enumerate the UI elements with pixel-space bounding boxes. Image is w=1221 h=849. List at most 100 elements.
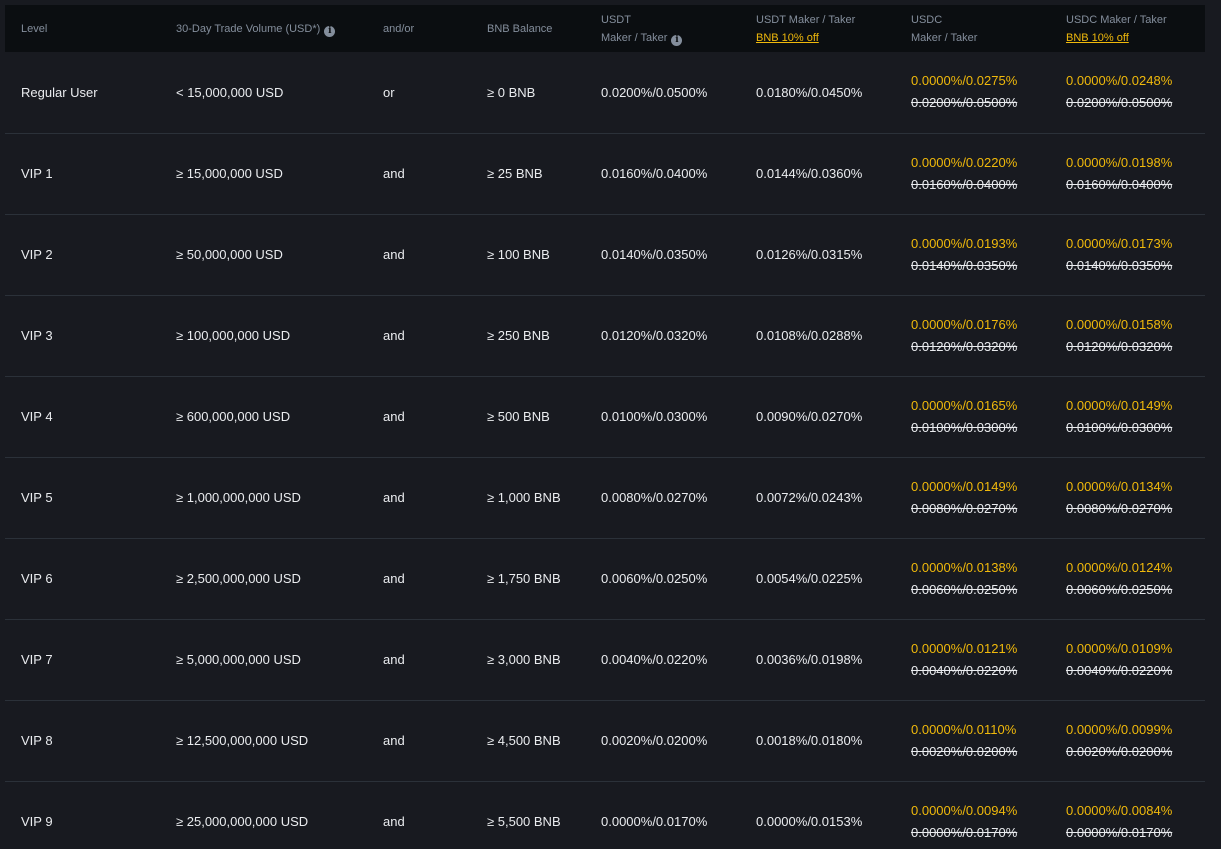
cell-volume: ≥ 2,500,000,000 USD — [176, 571, 301, 586]
usdc-bnb-original-fee: 0.0020%/0.0200% — [1066, 743, 1173, 759]
cell-volume: ≥ 5,000,000,000 USD — [176, 652, 301, 667]
cell-volume: ≥ 12,500,000,000 USD — [176, 733, 309, 748]
usdc-bnb-discounted-fee: 0.0000%/0.0173% — [1066, 235, 1173, 251]
cell-bnb-balance: ≥ 5,500 BNB — [487, 814, 561, 830]
cell-bnb-balance: ≥ 100 BNB — [487, 247, 550, 262]
usdc-discounted-fee: 0.0000%/0.0220% — [911, 154, 1018, 170]
cell-usdt-bnb-fee: 0.0144%/0.0360% — [756, 166, 863, 181]
usdc-bnb-original-fee: 0.0080%/0.0270% — [1066, 500, 1173, 516]
usdc-discounted-fee: 0.0000%/0.0094% — [911, 802, 1018, 818]
usdc-bnb-discounted-fee: 0.0000%/0.0149% — [1066, 397, 1173, 413]
table-row: VIP 1 ≥ 15,000,000 USD and ≥ 25 BNB 0.0160%/… — [5, 133, 1205, 214]
cell-usdc-fee: 0.0000%/0.0193% 0.0140%/0.0350% — [895, 214, 1050, 295]
usdc-discounted-fee: 0.0000%/0.0110% — [911, 721, 1017, 737]
table-row: Regular User < 15,000,000 USD or ≥ 0 BNB 0.0… — [5, 52, 1205, 133]
usdc-bnb-discounted-fee: 0.0000%/0.0099% — [1066, 721, 1173, 737]
header-row: Level 30-Day Trade Volume (USD*) i and/or… — [5, 5, 1205, 52]
info-icon[interactable]: i — [324, 25, 336, 37]
usdc-original-fee: 0.0000%/0.0170% — [911, 824, 1018, 840]
cell-usdc-fee: 0.0000%/0.0176% 0.0120%/0.0320% — [895, 295, 1050, 376]
cell-usdc-bnb-fee: 0.0000%/0.0084% 0.0000%/0.0170% — [1050, 781, 1205, 849]
cell-level: VIP 4 — [21, 409, 53, 424]
cell-level: VIP 7 — [21, 652, 53, 667]
cell-usdc-fee: 0.0000%/0.0110% 0.0020%/0.0200% — [895, 700, 1050, 781]
cell-andor: and — [383, 652, 405, 667]
usdc-original-fee: 0.0060%/0.0250% — [911, 581, 1018, 597]
usdc-discounted-fee: 0.0000%/0.0165% — [911, 397, 1018, 413]
usdc-original-fee: 0.0020%/0.0200% — [911, 743, 1018, 759]
cell-andor: and — [383, 733, 405, 748]
cell-usdc-bnb-fee: 0.0000%/0.0248% 0.0200%/0.0500% — [1050, 52, 1205, 133]
cell-usdc-bnb-fee: 0.0000%/0.0158% 0.0120%/0.0320% — [1050, 295, 1205, 376]
usdc-original-fee: 0.0080%/0.0270% — [911, 500, 1018, 516]
cell-volume: ≥ 15,000,000 USD — [176, 166, 283, 181]
cell-level: VIP 8 — [21, 733, 53, 748]
header-usdt-sublabel: Maker / Taker — [601, 31, 668, 44]
vip-fee-table: Level 30-Day Trade Volume (USD*) i and/or… — [5, 5, 1205, 849]
table-row: VIP 3 ≥ 100,000,000 USD and ≥ 250 BNB 0.0120… — [5, 295, 1205, 376]
header-level: Level — [5, 5, 160, 52]
usdc-bnb-discounted-fee: 0.0000%/0.0198% — [1066, 154, 1173, 170]
header-usdt: USDT Maker / Taker i — [585, 5, 740, 52]
cell-usdt-bnb-fee: 0.0108%/0.0288% — [756, 328, 863, 343]
bnb-discount-link[interactable]: BNB 10% off — [756, 29, 895, 47]
usdc-bnb-original-fee: 0.0060%/0.0250% — [1066, 581, 1173, 597]
bnb-discount-link[interactable]: BNB 10% off — [1066, 29, 1205, 47]
header-usdt-bnb-label: USDT Maker / Taker — [756, 13, 856, 26]
info-icon[interactable]: i — [671, 34, 683, 46]
header-volume: 30-Day Trade Volume (USD*) i — [160, 5, 367, 52]
cell-bnb-balance: ≥ 250 BNB — [487, 328, 550, 343]
cell-bnb-balance: ≥ 1,000 BNB — [487, 490, 561, 505]
cell-andor: and — [383, 490, 405, 505]
usdc-bnb-discounted-fee: 0.0000%/0.0109% — [1066, 640, 1173, 656]
cell-usdt-fee: 0.0200%/0.0500% — [601, 84, 708, 100]
header-usdt-label: USDT — [601, 13, 631, 26]
usdc-discounted-fee: 0.0000%/0.0275% — [911, 73, 1018, 89]
cell-usdc-bnb-fee: 0.0000%/0.0173% 0.0140%/0.0350% — [1050, 214, 1205, 295]
cell-level: VIP 1 — [21, 166, 53, 181]
usdc-discounted-fee: 0.0000%/0.0138% — [911, 559, 1018, 575]
cell-usdt-fee: 0.0080%/0.0270% — [601, 490, 708, 505]
cell-usdc-fee: 0.0000%/0.0275% 0.0200%/0.0500% — [895, 52, 1050, 133]
cell-usdc-bnb-fee: 0.0000%/0.0198% 0.0160%/0.0400% — [1050, 133, 1205, 214]
usdc-bnb-original-fee: 0.0000%/0.0170% — [1066, 824, 1173, 840]
cell-volume: < 15,000,000 USD — [176, 84, 284, 100]
cell-usdc-bnb-fee: 0.0000%/0.0124% 0.0060%/0.0250% — [1050, 538, 1205, 619]
cell-usdt-bnb-fee: 0.0054%/0.0225% — [756, 571, 863, 586]
cell-usdt-bnb-fee: 0.0000%/0.0153% — [756, 814, 863, 830]
header-level-label: Level — [21, 22, 48, 35]
header-usdt-sub: Maker / Taker i — [601, 29, 740, 47]
cell-volume: ≥ 600,000,000 USD — [176, 409, 291, 424]
usdc-bnb-discounted-fee: 0.0000%/0.0248% — [1066, 73, 1173, 89]
usdc-original-fee: 0.0040%/0.0220% — [911, 662, 1018, 678]
header-usdc-sublabel: Maker / Taker — [911, 31, 978, 44]
cell-bnb-balance: ≥ 1,750 BNB — [487, 571, 561, 586]
cell-usdc-fee: 0.0000%/0.0121% 0.0040%/0.0220% — [895, 619, 1050, 700]
usdc-bnb-discounted-fee: 0.0000%/0.0158% — [1066, 316, 1173, 332]
header-bnb-balance: BNB Balance — [471, 5, 585, 52]
cell-level: Regular User — [21, 84, 98, 100]
cell-level: VIP 2 — [21, 247, 53, 262]
cell-andor: and — [383, 247, 405, 262]
table-row: VIP 2 ≥ 50,000,000 USD and ≥ 100 BNB 0.0140%… — [5, 214, 1205, 295]
usdc-discounted-fee: 0.0000%/0.0176% — [911, 316, 1018, 332]
usdc-discounted-fee: 0.0000%/0.0149% — [911, 478, 1018, 494]
cell-bnb-balance: ≥ 25 BNB — [487, 166, 543, 181]
cell-usdt-fee: 0.0100%/0.0300% — [601, 409, 708, 424]
cell-level: VIP 6 — [21, 571, 53, 586]
table-body: Regular User < 15,000,000 USD or ≥ 0 BNB 0.0… — [5, 52, 1205, 849]
cell-level: VIP 3 — [21, 328, 53, 343]
cell-usdt-bnb-fee: 0.0180%/0.0450% — [756, 84, 863, 100]
cell-usdc-fee: 0.0000%/0.0165% 0.0100%/0.0300% — [895, 376, 1050, 457]
cell-usdt-fee: 0.0000%/0.0170% — [601, 814, 708, 830]
cell-usdc-fee: 0.0000%/0.0094% 0.0000%/0.0170% — [895, 781, 1050, 849]
header-usdc-label: USDC — [911, 13, 943, 26]
cell-usdt-bnb-fee: 0.0090%/0.0270% — [756, 409, 863, 424]
header-usdc: USDC Maker / Taker — [895, 5, 1050, 52]
cell-usdc-bnb-fee: 0.0000%/0.0109% 0.0040%/0.0220% — [1050, 619, 1205, 700]
table-row: VIP 6 ≥ 2,500,000,000 USD and ≥ 1,750 BNB 0.… — [5, 538, 1205, 619]
table-header: Level 30-Day Trade Volume (USD*) i and/or… — [5, 5, 1205, 52]
header-usdc-bnb-label: USDC Maker / Taker — [1066, 13, 1167, 26]
table-row: VIP 4 ≥ 600,000,000 USD and ≥ 500 BNB 0.0100… — [5, 376, 1205, 457]
header-bnb-balance-label: BNB Balance — [487, 22, 553, 35]
